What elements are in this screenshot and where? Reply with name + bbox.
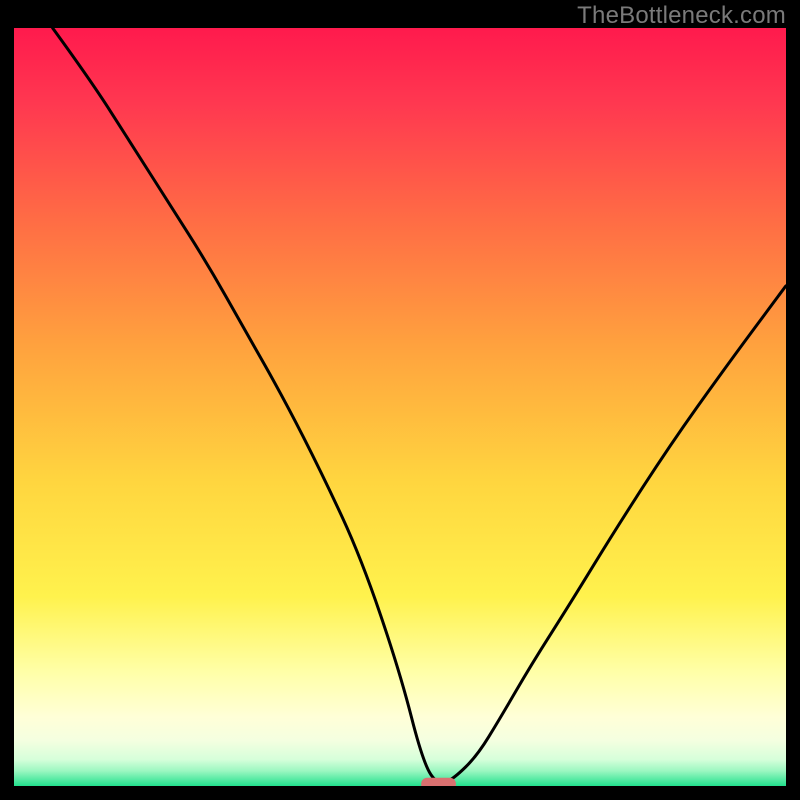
bottleneck-chart: [14, 28, 786, 786]
optimal-point-marker: [421, 778, 456, 786]
watermark-text: TheBottleneck.com: [577, 2, 786, 30]
chart-frame: [14, 28, 786, 786]
